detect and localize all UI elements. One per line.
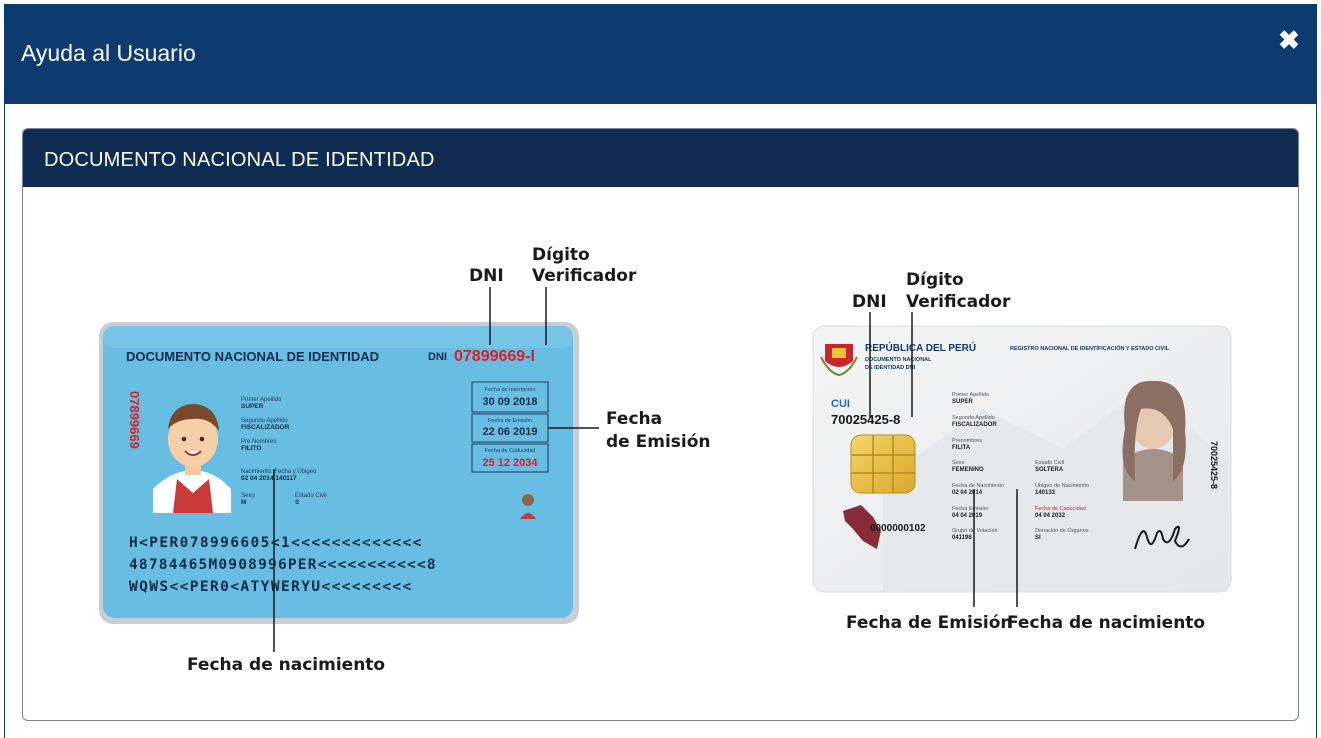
old-estado-civil-label: Estado Civil xyxy=(295,493,327,499)
new-primer-apellido-label: Primer Apellido xyxy=(952,392,989,398)
old-emision-label: Fecha de Emisión xyxy=(488,418,532,424)
old-label-digito-2: Verificador xyxy=(532,266,637,286)
new-card-cui: 70025425-8 xyxy=(831,412,900,427)
dni-illustration: DOCUMENTO NACIONAL DE IDENTIDAD DNI 0789… xyxy=(99,245,1232,675)
new-card-serial: 0000000102 xyxy=(870,523,926,534)
new-ubigeo-label: Ubigeo de Nacimiento xyxy=(1035,483,1089,489)
new-grupo-label: Grupo de Votación xyxy=(952,528,998,534)
new-fecha-emision: 04 04 2019 xyxy=(952,513,983,519)
new-label-digito-1: Dígito xyxy=(906,270,964,290)
new-fecha-nac: 02 04 2014 xyxy=(952,490,983,496)
new-card-doc-2: DE IDENTIDAD DNI xyxy=(865,365,916,371)
new-card-side-number: 70025425-8 xyxy=(1209,441,1219,489)
boy-photo xyxy=(146,391,238,513)
old-mrz-line1: H<PER078996605<1<<<<<<<<<<<<< xyxy=(129,535,423,551)
new-label-dni: DNI xyxy=(852,292,887,312)
old-sexo: M xyxy=(241,499,246,506)
new-card-registry: REGISTRO NACIONAL DE IDENTIFICACIÓN Y ES… xyxy=(1010,344,1170,352)
new-label-digito-2: Verificador xyxy=(906,292,1011,312)
chip-icon xyxy=(850,434,916,494)
new-sexo-label: Sexo xyxy=(952,460,965,466)
old-label-dni: DNI xyxy=(469,266,504,286)
old-label-nacimiento: Fecha de nacimiento xyxy=(187,655,385,675)
new-fecha-emision-label: Fecha Emisión xyxy=(952,506,988,512)
new-label-emision: Fecha de Emisión xyxy=(846,613,1013,633)
new-caducidad: 04 04 2032 xyxy=(1035,513,1066,519)
old-label-digito-1: Dígito xyxy=(532,245,590,265)
user-help-modal: Ayuda al Usuario ✖ DOCUMENTO NACIONAL DE… xyxy=(4,4,1317,738)
old-label-emision-2: de Emisión xyxy=(606,432,711,452)
new-label-nacimiento: Fecha de nacimiento xyxy=(1007,613,1205,633)
old-estado-civil: S xyxy=(295,499,300,506)
new-ubigeo: 140133 xyxy=(1035,490,1056,496)
new-donacion-label: Donación de Órganos xyxy=(1035,527,1089,534)
old-card-side-number: 07899669 xyxy=(127,391,142,449)
old-inscripcion-label: Fecha de Inscripción xyxy=(485,387,536,393)
new-fecha-nac-label: Fecha de Nacimiento xyxy=(952,483,1004,489)
new-prenombres-label: Prenombres xyxy=(952,438,982,444)
old-segundo-apellido: FISCALIZADOR xyxy=(241,424,290,431)
new-card-doc-1: DOCUMENTO NACIONAL xyxy=(865,357,932,363)
dni-panel: DOCUMENTO NACIONAL DE IDENTIDAD DOCUMENT… xyxy=(22,128,1299,721)
old-mrz-line2: 48784465M0908996PER<<<<<<<<<<<8 xyxy=(129,557,437,573)
old-card-header: DOCUMENTO NACIONAL DE IDENTIDAD xyxy=(126,349,379,364)
modal-title: Ayuda al Usuario xyxy=(21,40,196,66)
new-prenombres: FILITA xyxy=(952,445,971,451)
close-icon[interactable]: ✖ xyxy=(1276,27,1302,53)
modal-header: Ayuda al Usuario ✖ xyxy=(5,5,1316,104)
old-primer-apellido: SUPER xyxy=(241,403,264,410)
old-card-dni-prefix: DNI xyxy=(428,351,447,363)
new-donacion: SI xyxy=(1035,535,1041,541)
new-grupo: 041198 xyxy=(952,535,972,541)
old-card-dates: Fecha de Inscripción 30 09 2018 Fecha de… xyxy=(471,381,549,473)
new-card-country: REPÚBLICA DEL PERÚ xyxy=(865,341,976,354)
old-mrz-line3: WQWS<<PER0<ATYWERYU<<<<<<<<< xyxy=(129,579,413,595)
new-segundo-apellido: FISCALIZADOR xyxy=(952,422,997,428)
old-card-dni-number: 07899669-I xyxy=(454,348,535,365)
new-card-cui-label: CUI xyxy=(831,398,850,410)
new-sexo: FEMENINO xyxy=(952,467,984,473)
new-estado-civil-label: Estado Civil xyxy=(1035,460,1064,466)
new-caducidad-label: Fecha de Caducidad xyxy=(1035,506,1086,512)
old-caducidad: 25 12 2034 xyxy=(482,457,538,469)
new-dni-card: REPÚBLICA DEL PERÚ DOCUMENTO NACIONAL DE… xyxy=(812,325,1232,593)
girl-photo xyxy=(1122,380,1186,501)
new-primer-apellido: SUPER xyxy=(952,399,973,405)
old-dni-card: DOCUMENTO NACIONAL DE IDENTIDAD DNI 0789… xyxy=(99,322,579,624)
old-emision: 22 06 2019 xyxy=(482,426,537,438)
old-caducidad-label: Fecha de Caducidad xyxy=(485,448,536,454)
new-segundo-apellido-label: Segundo Apellido xyxy=(952,415,995,421)
old-pre-nombres: FILITO xyxy=(241,445,261,452)
new-estado-civil: SOLTERA xyxy=(1035,467,1064,473)
old-nacimiento: 02 04 2014 140117 xyxy=(241,475,297,482)
old-inscripcion: 30 09 2018 xyxy=(482,396,537,408)
old-label-emision-1: Fecha xyxy=(606,409,662,429)
